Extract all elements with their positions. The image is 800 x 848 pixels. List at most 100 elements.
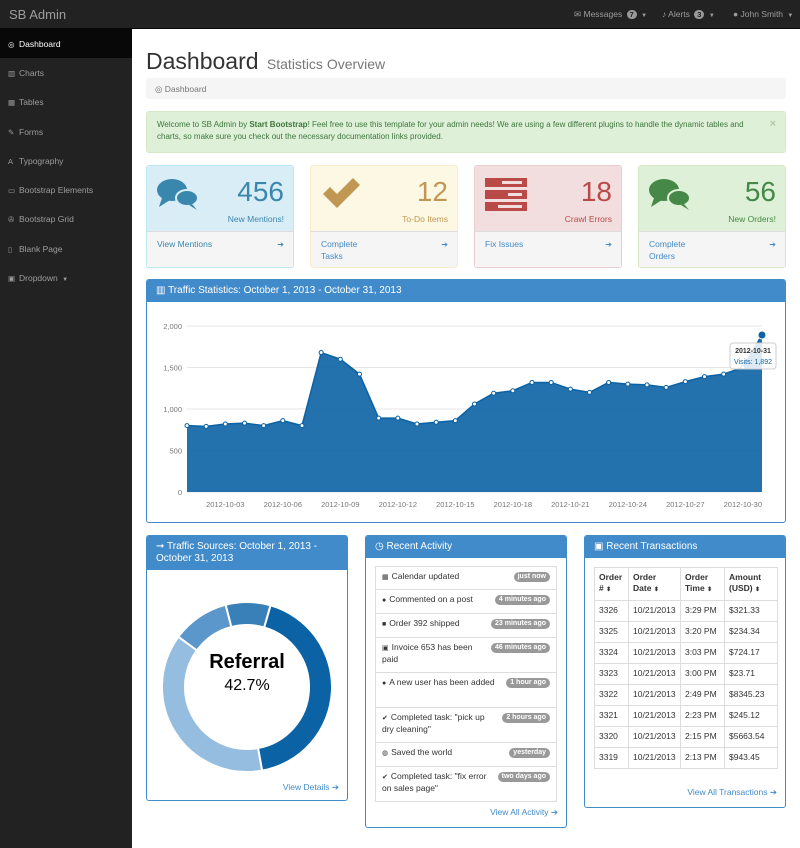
activity-text: Saved the world <box>391 747 453 757</box>
sidebar-item-charts[interactable]: ▥ Charts <box>0 58 132 87</box>
table-row[interactable]: 3324 10/21/2013 3:03 PM $724.17 <box>594 642 778 664</box>
panel-title: Recent Transactions <box>606 541 698 552</box>
list-item[interactable]: 46 minutes ago ▣ Invoice 653 has been paid <box>375 638 557 673</box>
breadcrumb-item[interactable]: Dashboard <box>165 84 207 94</box>
comment-icon: ● <box>382 597 387 604</box>
sidebar-item-dropdown[interactable]: ▣ Dropdown ▼ <box>0 263 132 292</box>
data-point <box>337 356 343 362</box>
sidebar-item-tables[interactable]: ▦ Tables <box>0 87 132 116</box>
data-point <box>702 374 707 380</box>
table-cell: $8345.23 <box>724 684 778 706</box>
table-cell: 3322 <box>594 684 629 706</box>
table-row[interactable]: 3319 10/21/2013 2:13 PM $943.45 <box>594 747 778 769</box>
bell-icon: ♪ <box>662 9 667 19</box>
data-point <box>184 423 190 429</box>
table-cell: 2:49 PM <box>680 684 725 706</box>
list-item[interactable]: just now ▦ Calendar updated <box>375 566 557 590</box>
column-header[interactable]: Amount (USD) ⬍ <box>724 567 778 601</box>
top-navbar: SB Admin ✉ Messages 7 ▼ ♪ Alerts 3 ▼ ● J… <box>0 0 800 29</box>
stat-value: 12 <box>416 176 448 207</box>
data-point <box>567 386 573 392</box>
view-all-activity-link[interactable]: View All Activity ➔ <box>490 807 558 818</box>
activity-text: Calendar updated <box>391 571 460 581</box>
sidebar-item-label: Blank Page <box>19 244 63 254</box>
messages-dropdown[interactable]: ✉ Messages 7 ▼ <box>574 9 647 20</box>
x-tick-label: 2012-10-12 <box>379 500 417 509</box>
list-item[interactable]: 1 hour ago ● A new user has been added <box>375 673 557 708</box>
check-icon <box>323 178 360 208</box>
data-point <box>357 371 362 377</box>
table-cell: 2:13 PM <box>680 747 725 769</box>
view-all-transactions-link[interactable]: View All Transactions ➔ <box>687 787 777 798</box>
data-point <box>318 350 324 356</box>
arrow-circle-right-icon: ➔ <box>331 782 339 792</box>
data-point <box>395 415 401 421</box>
sort-icon: ⬍ <box>653 587 659 593</box>
table-row[interactable]: 3322 10/21/2013 2:49 PM $8345.23 <box>594 684 778 706</box>
user-dropdown[interactable]: ● John Smith ▼ <box>733 9 793 19</box>
tooltip-value: Visits: 1,892 <box>734 359 772 366</box>
data-point <box>280 418 286 424</box>
data-point <box>222 421 228 427</box>
x-tick-label: 2012-10-30 <box>724 500 762 509</box>
sidebar-item-bootstrap-elements[interactable]: ▭ Bootstrap Elements <box>0 175 132 204</box>
list-item[interactable]: 2 hours ago ✔ Completed task: "pick up dry… <box>375 708 557 743</box>
stat-card-body: 56 New Orders! <box>639 166 785 231</box>
donut-slice[interactable] <box>224 601 272 629</box>
stat-label: New Mentions! <box>227 214 284 224</box>
brand-link[interactable]: SB Admin <box>9 7 66 22</box>
table-cell: 10/21/2013 <box>628 705 681 727</box>
table-row[interactable]: 3326 10/21/2013 3:29 PM $321.33 <box>594 600 778 622</box>
data-point <box>299 423 305 429</box>
time-badge: just now <box>513 572 550 582</box>
alerts-dropdown[interactable]: ♪ Alerts 3 ▼ <box>662 9 715 19</box>
close-icon[interactable]: × <box>770 118 776 130</box>
data-point <box>414 421 420 427</box>
stat-link-text: Complete Tasks <box>321 239 358 261</box>
sort-icon: ⬍ <box>754 587 761 593</box>
caret-down-icon: ▼ <box>708 13 715 19</box>
data-point <box>663 384 669 390</box>
stat-card-mentions: 456 New Mentions! View Mentions ➔ <box>146 165 294 268</box>
view-details-link[interactable]: View Details ➔ <box>283 782 339 793</box>
user-name: John Smith <box>740 9 784 19</box>
table-row[interactable]: 3323 10/21/2013 3:00 PM $23.71 <box>594 663 778 685</box>
data-point <box>376 415 382 421</box>
sidebar-item-forms[interactable]: ✎ Forms <box>0 117 132 146</box>
sidebar-item-dashboard[interactable]: ◎ Dashboard <box>0 29 132 58</box>
table-row[interactable]: 3325 10/21/2013 3:20 PM $234.34 <box>594 621 778 643</box>
view-mentions-link[interactable]: View Mentions ➔ <box>147 231 293 267</box>
table-row[interactable]: 3320 10/21/2013 2:15 PM $5663.54 <box>594 726 778 748</box>
stat-link-text: Fix Issues <box>485 239 524 249</box>
table-cell: $724.17 <box>724 642 778 664</box>
activity-text: Completed task: "pick up dry cleaning" <box>382 712 485 734</box>
list-item[interactable]: 23 minutes ago ■ Order 392 shipped <box>375 614 557 638</box>
alert-link[interactable]: Start Bootstrap <box>249 120 307 129</box>
stat-value: 456 <box>237 176 284 207</box>
sidebar-item-bootstrap-grid[interactable]: ✇ Bootstrap Grid <box>0 204 132 233</box>
globe-icon: ◍ <box>382 750 389 757</box>
fix-issues-link[interactable]: Fix Issues ➔ <box>475 231 621 267</box>
donut-slice[interactable] <box>177 603 233 652</box>
column-header[interactable]: Order Date ⬍ <box>628 567 681 601</box>
list-item[interactable]: 4 minutes ago ● Commented on a post <box>375 590 557 614</box>
sidebar-item-blank-page[interactable]: ▯ Blank Page <box>0 234 132 263</box>
panel-heading: ▥ Traffic Statistics: October 1, 2013 - … <box>147 280 785 302</box>
truck-icon: ■ <box>382 621 387 628</box>
table-row[interactable]: 3321 10/21/2013 2:23 PM $245.12 <box>594 705 778 727</box>
panel-heading: ➞ Traffic Sources: October 1, 2013 - Oct… <box>147 536 347 570</box>
area-series <box>187 334 762 492</box>
complete-orders-link[interactable]: Complete Orders ➔ <box>639 231 785 267</box>
column-header[interactable]: Order Time ⬍ <box>680 567 725 601</box>
clock-icon: ◷ <box>375 541 384 552</box>
y-tick-label: 2,000 <box>163 322 182 331</box>
table-body: 3326 10/21/2013 3:29 PM $321.33 3325 10/21/20… <box>594 600 778 769</box>
stat-card-body: 12 To-Do Items <box>311 166 457 231</box>
caret-down-icon: ▼ <box>787 13 794 19</box>
activity-text: Commented on a post <box>389 594 473 604</box>
list-item[interactable]: two days ago ✔ Completed task: "fix error … <box>375 767 557 802</box>
complete-tasks-link[interactable]: Complete Tasks ➔ <box>311 231 457 267</box>
sidebar-item-typography[interactable]: A Typography <box>0 146 132 175</box>
list-item[interactable]: yesterday ◍ Saved the world <box>375 743 557 767</box>
column-header[interactable]: Order # ⬍ <box>594 567 629 601</box>
